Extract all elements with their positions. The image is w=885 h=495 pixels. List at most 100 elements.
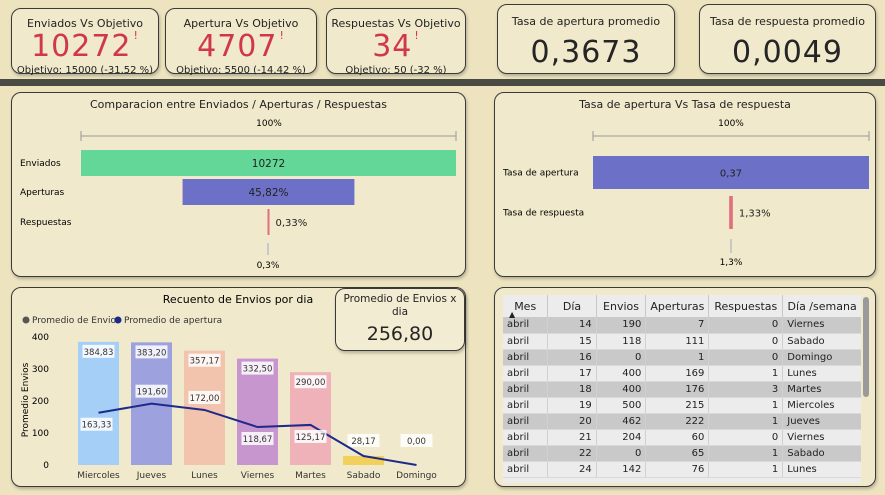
column-header-mes[interactable]: Mes ▲ (503, 295, 549, 319)
table-cell: 176 (645, 381, 710, 398)
kpi-value: 10272! (12, 29, 158, 64)
kpi-card-apertura[interactable]: Apertura Vs Objetivo 4707! Objetivo: 550… (165, 8, 317, 76)
rate-funnel-panel[interactable]: Tasa de apertura Vs Tasa de respuesta 10… (494, 92, 876, 277)
table-cell: 1 (708, 397, 784, 414)
table-cell: Sabado (782, 445, 861, 462)
table-row[interactable]: abril 20 462 222 1 Jueves (503, 413, 861, 430)
rate-funnel-value-label: 1,33% (739, 209, 771, 220)
table-panel[interactable]: Mes ▲ Día Envios Aperturas Respuestas Día… (494, 287, 876, 487)
table-row[interactable]: abril 17 400 169 1 Lunes (503, 365, 861, 382)
kpi-value: 34! (327, 29, 465, 64)
kpi-target: Objetivo: 5500 (-14.42 %) (176, 65, 306, 76)
bar-value-label: 384,83 (84, 348, 114, 358)
rate-funnel-chart: 100% Tasa de apertura 0,37 Tasa de respues… (502, 119, 870, 268)
table-row[interactable]: abril 14 190 7 0 Viernes (503, 317, 861, 334)
rate-funnel-row-label: Tasa de apertura (502, 169, 579, 179)
table-cell: abril (503, 317, 549, 334)
rate-value: 0,0049 (732, 35, 843, 70)
warning-icon: ! (133, 29, 139, 42)
header-label: Aperturas (650, 299, 705, 313)
table-cell: 3 (708, 381, 784, 398)
header-label: Respuestas (714, 299, 778, 313)
table-cell: Viernes (782, 429, 861, 446)
avg-card-value: 256,80 (366, 323, 434, 345)
table-cell: 462 (596, 413, 647, 430)
kpi-target: Objetivo: 50 (-32 %) (345, 65, 447, 76)
avg-envios-card[interactable]: Promedio de Envios x dia 256,80 (335, 288, 465, 351)
table-row[interactable]: abril 24 142 76 1 Lunes (503, 461, 861, 478)
data-table: Mes ▲ Día Envios Aperturas Respuestas Día… (503, 295, 861, 478)
funnel-panel[interactable]: Comparacion entre Enviados / Aperturas /… (11, 92, 466, 277)
table-cell: 190 (596, 317, 647, 334)
warning-icon: ! (414, 29, 420, 42)
table-cell: 0 (708, 317, 784, 334)
avg-card-title: Promedio de Envios x dia (343, 293, 457, 318)
funnel-value-label: 45,82% (248, 187, 288, 199)
kpi-card-respuestas[interactable]: Respuestas Vs Objetivo 34! Objetivo: 50 … (326, 8, 466, 76)
kpi-card-enviados[interactable]: Enviados Vs Objetivo 10272! Objetivo: 15… (11, 8, 159, 76)
funnel-row-label: Enviados (20, 159, 61, 169)
rate-funnel-value-label: 0,37 (720, 169, 742, 180)
x-tick-label: Miercoles (77, 471, 120, 481)
table-row[interactable]: abril 18 400 176 3 Martes (503, 381, 861, 398)
table-viewport[interactable]: Mes ▲ Día Envios Aperturas Respuestas Día… (503, 295, 861, 483)
bar-value-label: 383,20 (137, 348, 167, 358)
y-tick-label: 300 (32, 365, 49, 375)
table-cell: 65 (645, 445, 710, 462)
table-cell: Lunes (782, 365, 861, 382)
table-cell: 500 (596, 397, 647, 414)
table-row[interactable]: abril 21 204 60 0 Viernes (503, 429, 861, 446)
column-header-envios[interactable]: Envios (596, 295, 647, 317)
rate-funnel-bar (729, 196, 733, 229)
table-cell: 1 (708, 445, 784, 462)
table-cell: 17 (547, 365, 597, 382)
table-cell: 20 (547, 413, 597, 430)
table-cell: 16 (547, 349, 597, 366)
table-cell: 14 (547, 317, 597, 334)
table-cell: 7 (645, 317, 710, 334)
x-tick-label: Lunes (191, 471, 218, 481)
x-tick-label: Domingo (396, 471, 437, 481)
bar-value-label: 332,50 (243, 365, 273, 375)
table-row[interactable]: abril 16 0 1 0 Domingo (503, 349, 861, 366)
bar-value-label: 290,00 (296, 378, 326, 388)
rate-funnel-row-label: Tasa de respuesta (502, 209, 584, 219)
rate-title: Tasa de apertura promedio (511, 15, 661, 28)
table-cell: 18 (547, 381, 597, 398)
y-tick-label: 100 (32, 429, 49, 439)
table-cell: 0 (708, 333, 784, 350)
legend-envios-icon (22, 316, 30, 324)
bar (78, 341, 119, 465)
table-cell: 1 (708, 365, 784, 382)
column-header-dia-semana[interactable]: Día /semana (782, 295, 861, 317)
header-label: Día (562, 299, 582, 313)
table-scrollbar[interactable] (863, 297, 869, 397)
column-header-aperturas[interactable]: Aperturas (645, 295, 710, 317)
rate-card-respuesta[interactable]: Tasa de respuesta promedio 0,0049 (699, 4, 876, 74)
table-row[interactable]: abril 19 500 215 1 Miercoles (503, 397, 861, 414)
legend-apertura-icon (114, 316, 122, 324)
funnel-bottom-label: 0,3% (257, 261, 280, 271)
table-cell: abril (503, 397, 549, 414)
y-tick-label: 400 (32, 333, 49, 343)
rate-title: Tasa de respuesta promedio (710, 15, 865, 28)
header-label: Día /semana (787, 299, 857, 313)
line-value-label: 125,17 (296, 433, 326, 443)
funnel-top-label: 100% (256, 119, 282, 129)
kpi-number: 10272 (31, 29, 132, 64)
table-cell: abril (503, 445, 549, 462)
rate-card-apertura[interactable]: Tasa de apertura promedio 0,3673 (497, 4, 675, 74)
table-cell: 400 (596, 381, 647, 398)
divider-bar (0, 79, 885, 86)
table-cell: 60 (645, 429, 710, 446)
table-cell: Martes (782, 381, 861, 398)
table-cell: Domingo (782, 349, 861, 366)
line-value-label: 191,60 (137, 388, 167, 398)
column-header-dia[interactable]: Día (547, 295, 597, 317)
table-row[interactable]: abril 22 0 65 1 Sabado (503, 445, 861, 462)
x-tick-label: Martes (295, 471, 326, 481)
funnel-bar (267, 209, 270, 235)
legend-envios-label: Promedio de Envios (32, 316, 121, 326)
column-header-respuestas[interactable]: Respuestas (708, 295, 784, 317)
table-row[interactable]: abril 15 118 111 0 Sabado (503, 333, 861, 350)
